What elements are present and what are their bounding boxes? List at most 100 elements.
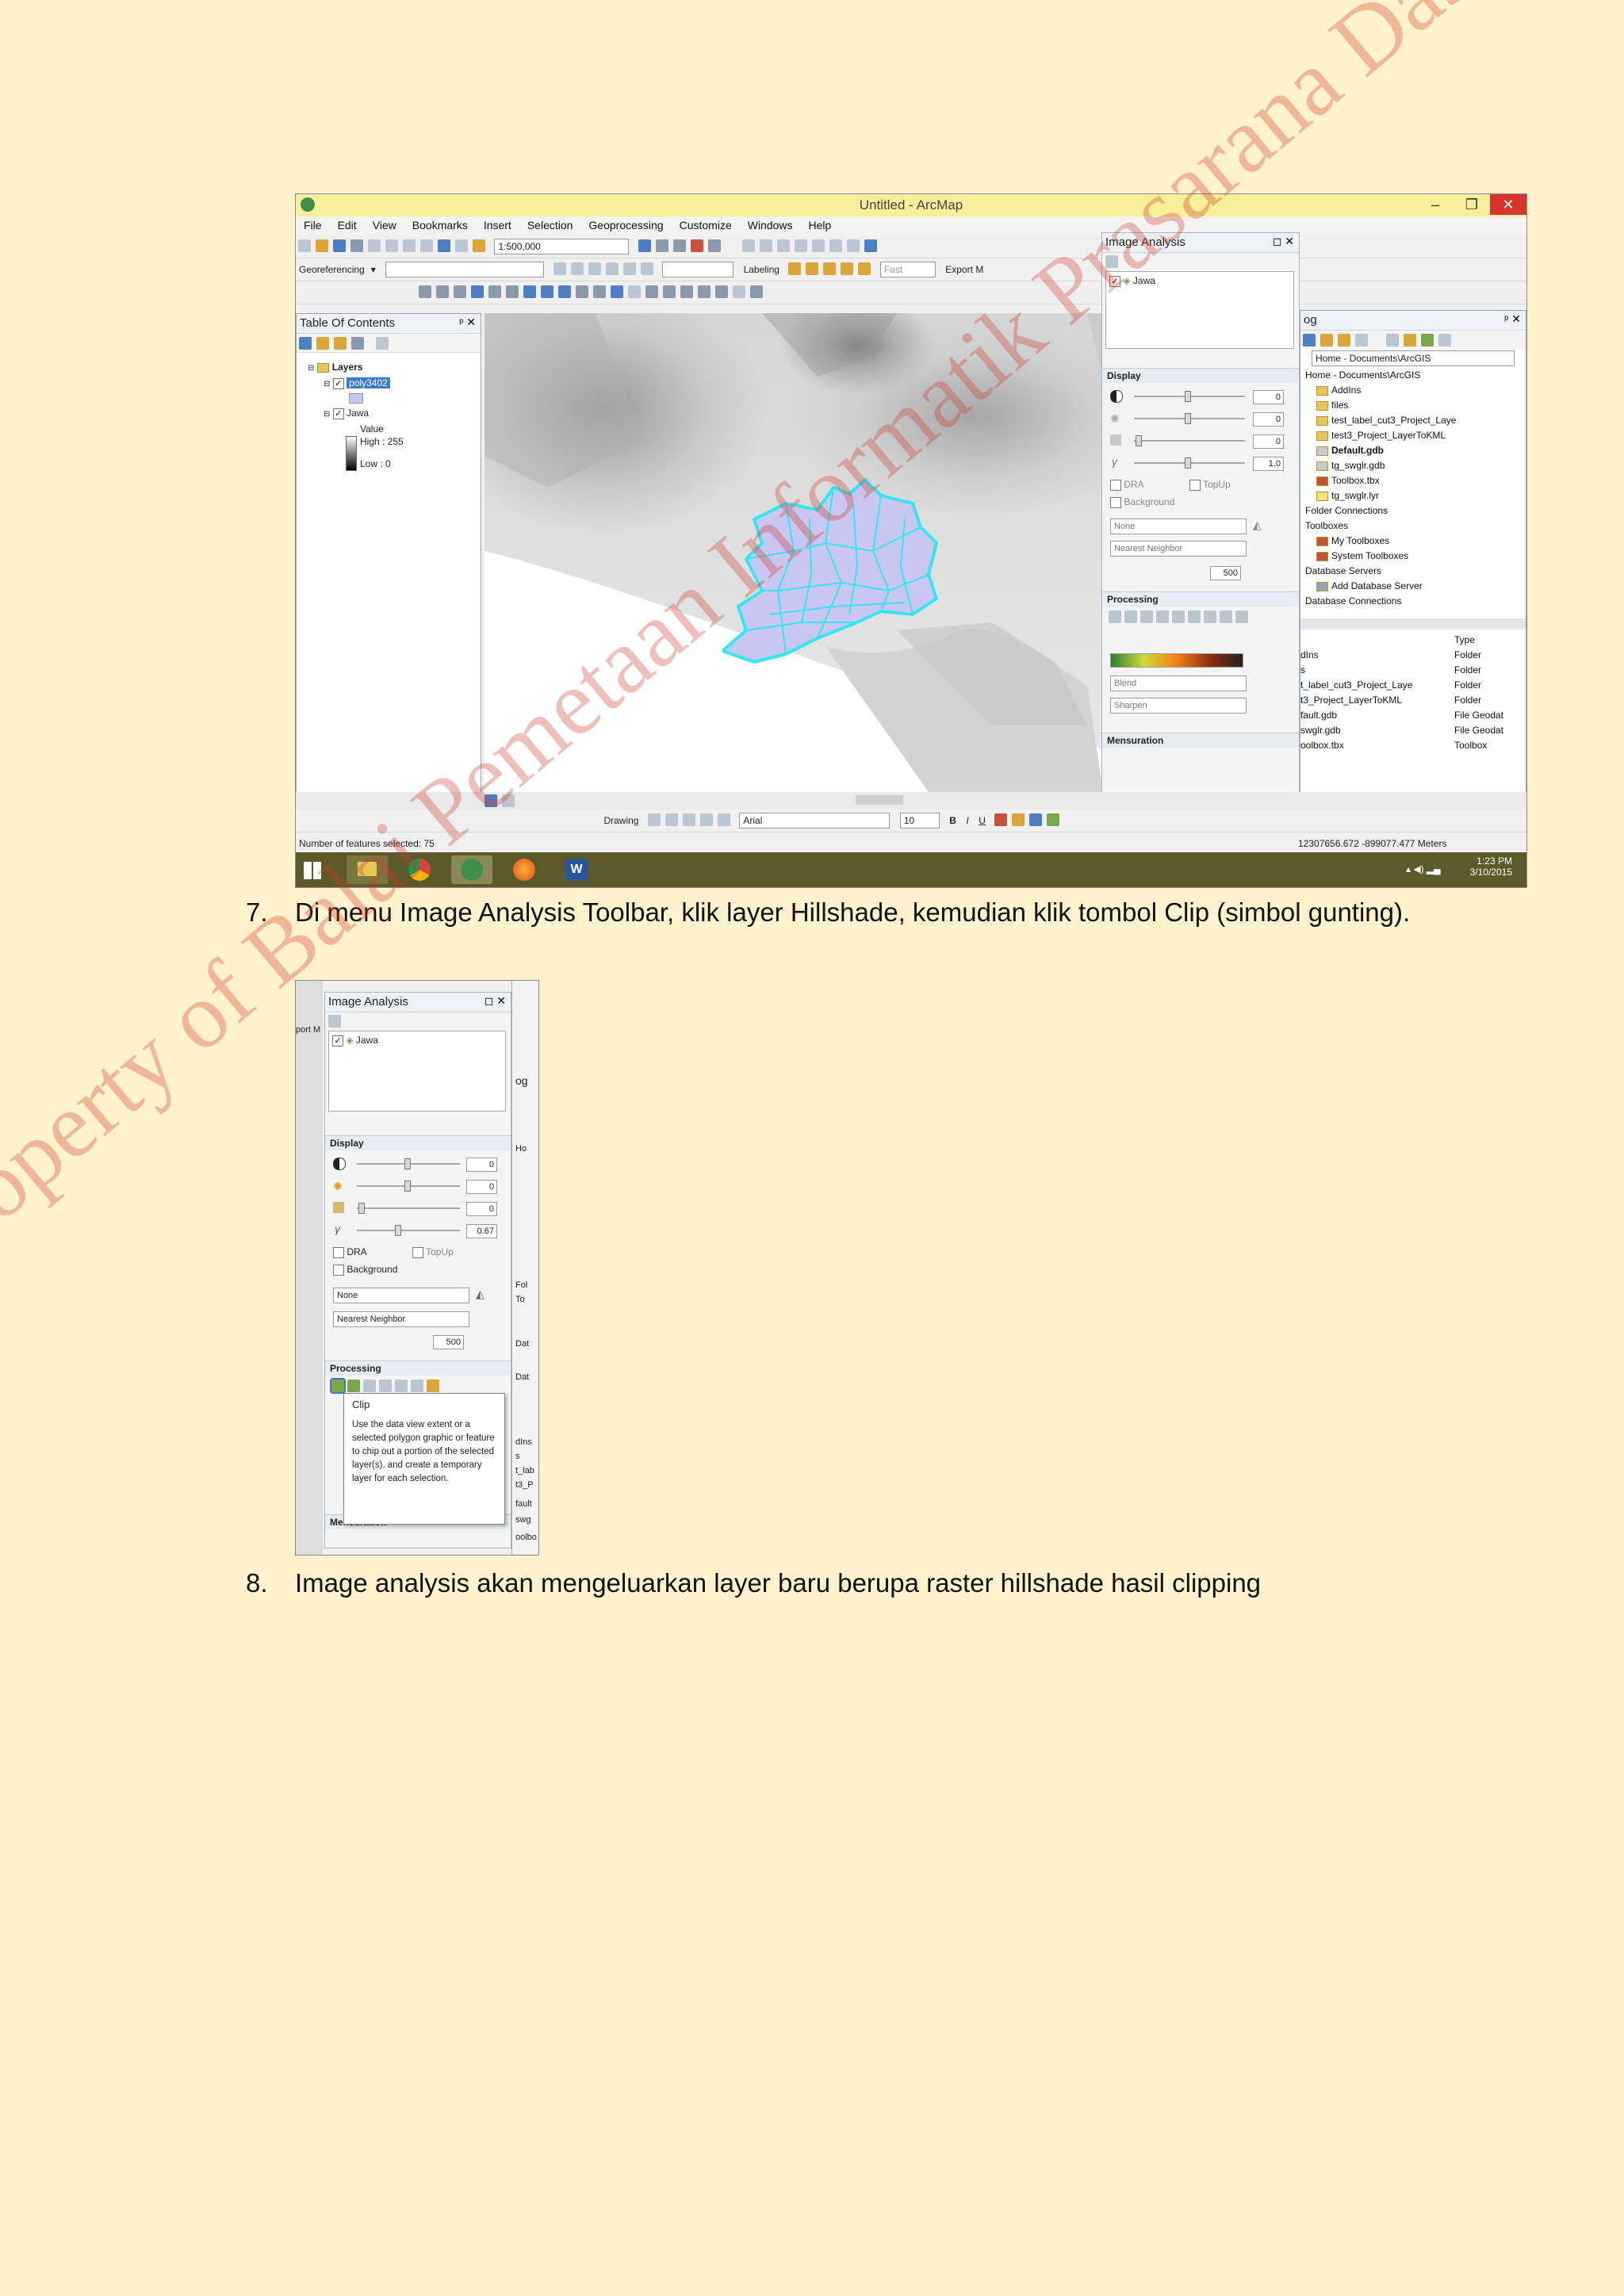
catalog-close-icon[interactable]: ᵖ ✕	[1504, 312, 1521, 326]
tree-item[interactable]: System Toolboxes	[1331, 550, 1408, 561]
arcmap-taskbar-icon[interactable]	[451, 855, 492, 884]
mosaic-icon[interactable]	[363, 1380, 376, 1392]
list-by-visibility-icon[interactable]	[334, 337, 347, 350]
fast-combo[interactable]: Fast	[879, 262, 936, 277]
contrast-slider[interactable]	[404, 1158, 411, 1169]
tree-item[interactable]: Database Connections	[1305, 594, 1456, 609]
drawing-menu[interactable]: Drawing	[603, 815, 638, 826]
up-icon[interactable]	[1338, 334, 1350, 346]
color-swatch-icon[interactable]	[864, 239, 878, 252]
toc-icon[interactable]	[655, 239, 668, 252]
save-icon[interactable]	[333, 239, 346, 252]
chrome-icon[interactable]	[399, 855, 440, 884]
georef-tool-icon[interactable]	[605, 262, 619, 275]
dra-checkbox[interactable]	[333, 1246, 344, 1258]
transparency-value[interactable]: 0	[1253, 434, 1284, 449]
layer-jawa[interactable]: Jawa	[347, 408, 369, 419]
menu-help[interactable]: Help	[801, 216, 840, 234]
font-size-combo[interactable]: 10	[899, 813, 940, 828]
brightness-value[interactable]: 0	[1253, 412, 1284, 427]
file-explorer-icon[interactable]	[347, 855, 388, 884]
menu-insert[interactable]: Insert	[476, 216, 519, 234]
topup-checkbox[interactable]	[412, 1246, 423, 1258]
georeferencing-menu[interactable]: Georeferencing	[299, 264, 365, 275]
redo-icon[interactable]	[455, 239, 468, 252]
menu-geoprocessing[interactable]: Geoprocessing	[580, 216, 671, 234]
italic-button[interactable]: I	[966, 815, 968, 826]
tool-icon[interactable]	[742, 239, 756, 252]
underline-button[interactable]: U	[979, 815, 986, 826]
type-header[interactable]: Type	[1300, 633, 1515, 648]
label-tool-icon[interactable]	[841, 262, 854, 275]
tree-item[interactable]: test_label_cut3_Project_Laye	[1331, 415, 1456, 426]
tree-item[interactable]: Add Database Server	[1331, 580, 1423, 591]
tool-icon[interactable]	[760, 239, 773, 252]
brightness-value[interactable]: 0	[466, 1180, 497, 1194]
connect-folder-icon[interactable]	[1404, 334, 1416, 346]
editor-icon[interactable]	[638, 239, 651, 252]
georef-tool-icon[interactable]	[622, 262, 636, 275]
tree-item[interactable]: Toolbox.tbx	[1331, 475, 1380, 486]
tree-item[interactable]: My Toolboxes	[1331, 535, 1389, 546]
tree-item[interactable]: Database Servers	[1305, 564, 1456, 579]
ndvi-icon[interactable]	[379, 1380, 392, 1392]
layer-poly3402[interactable]: poly3402	[347, 377, 390, 388]
arctoolbox-icon[interactable]	[690, 239, 703, 252]
difference-icon[interactable]	[1220, 610, 1232, 623]
home-icon[interactable]	[1320, 334, 1333, 346]
stretch-dropdown[interactable]: None	[333, 1288, 469, 1303]
ia-jawa-checkbox[interactable]	[1109, 275, 1120, 287]
histogram-icon[interactable]: ◭	[476, 1288, 485, 1301]
ia-close-icon[interactable]: ◻ ✕	[485, 994, 506, 1008]
table-row[interactable]: t_label_cut3_Project_Laye Folder	[1300, 678, 1515, 693]
tree-scrollbar[interactable]	[1300, 618, 1526, 629]
minimize-button[interactable]: –	[1417, 194, 1454, 215]
windows-start-icon[interactable]	[304, 862, 321, 879]
zoom-out-icon[interactable]	[436, 285, 450, 298]
open-icon[interactable]	[316, 239, 328, 252]
layout-view-icon[interactable]	[502, 794, 515, 807]
firefox-icon[interactable]	[504, 855, 545, 884]
resample-dropdown[interactable]: Nearest Neighbor	[1110, 541, 1247, 557]
ia-close-icon[interactable]: ◻ ✕	[1273, 235, 1294, 248]
text-icon[interactable]	[699, 813, 713, 826]
menu-customize[interactable]: Customize	[672, 216, 740, 234]
table-row[interactable]: s Folder	[1300, 663, 1515, 678]
tool-icon[interactable]	[847, 239, 860, 252]
list-by-selection-icon[interactable]	[351, 337, 364, 350]
ia-options-icon[interactable]	[1105, 255, 1118, 268]
menu-view[interactable]: View	[365, 216, 404, 234]
ia-layer-jawa[interactable]: Jawa	[356, 1035, 378, 1046]
views-icon[interactable]	[1386, 334, 1399, 346]
label-tool-icon[interactable]	[823, 262, 837, 275]
fixed-zoom-icon[interactable]	[506, 285, 519, 298]
contrast-slider[interactable]	[1185, 391, 1191, 402]
add-data-icon[interactable]	[473, 239, 485, 252]
word-icon[interactable]: W	[556, 855, 597, 884]
mensuration-section-header[interactable]: Mensuration	[1102, 733, 1299, 748]
background-checkbox[interactable]	[333, 1264, 344, 1276]
sharpen-dropdown[interactable]: Sharpen	[1110, 698, 1247, 714]
orthorectify-icon[interactable]	[411, 1380, 423, 1392]
clear-selection-icon[interactable]	[576, 285, 589, 298]
ndvi-icon[interactable]	[1156, 610, 1169, 623]
labeling-menu[interactable]: Labeling	[744, 264, 779, 275]
selected-polygons[interactable]	[722, 472, 960, 678]
tree-item[interactable]: files	[1331, 400, 1348, 411]
measure-icon[interactable]	[663, 285, 676, 298]
size-value[interactable]: 500	[433, 1335, 464, 1349]
background-checkbox[interactable]	[1110, 496, 1121, 508]
tool-icon[interactable]	[812, 239, 825, 252]
hyperlink-icon[interactable]	[628, 285, 642, 298]
georef-tool-icon[interactable]	[588, 262, 601, 275]
list-by-source-icon[interactable]	[316, 337, 329, 350]
clip-icon[interactable]	[330, 1378, 346, 1394]
transparency-slider[interactable]	[358, 1203, 365, 1214]
data-view-icon[interactable]	[485, 794, 497, 807]
zoom-in-icon[interactable]	[419, 285, 432, 298]
contrast-value[interactable]: 0	[466, 1158, 497, 1172]
display-section-header[interactable]: Display	[325, 1135, 511, 1150]
hillshade-icon[interactable]	[395, 1380, 408, 1392]
delete-icon[interactable]	[420, 239, 433, 252]
resample-dropdown[interactable]: Nearest Neighbor	[333, 1311, 469, 1327]
